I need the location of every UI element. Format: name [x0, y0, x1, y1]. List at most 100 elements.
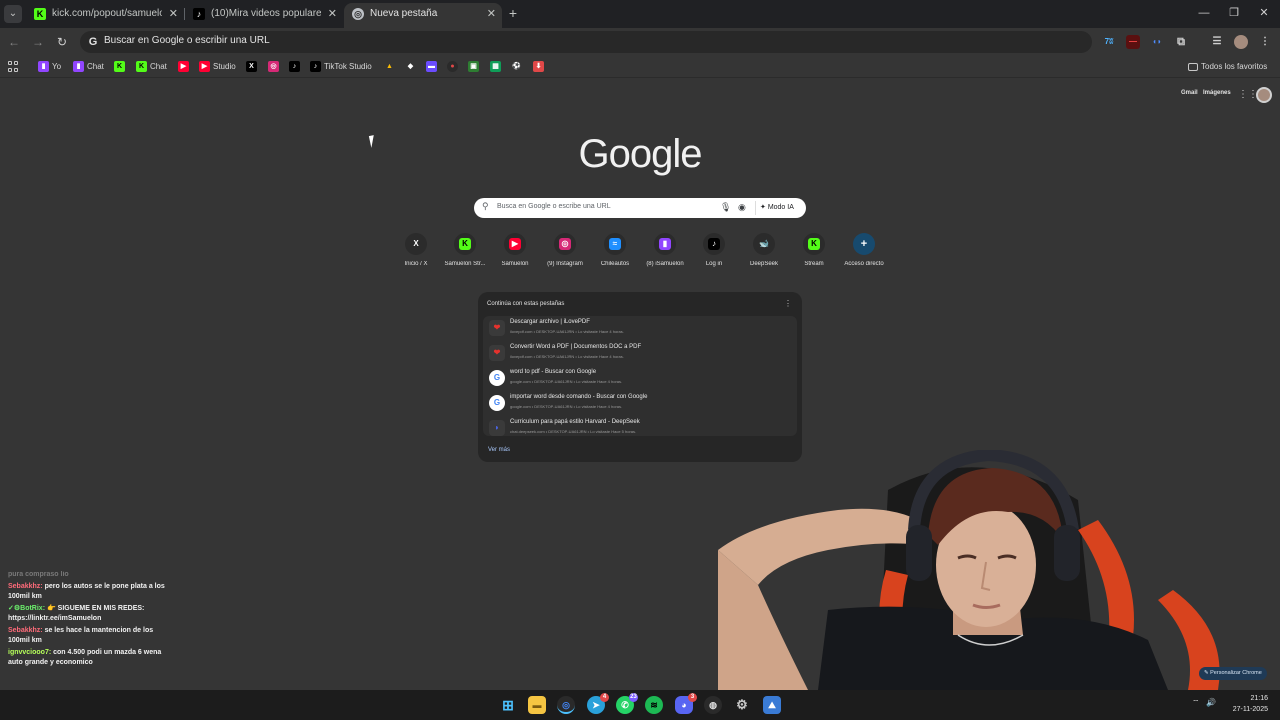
spotify-icon[interactable]: ≋ [645, 696, 663, 714]
system-clock[interactable]: 21:16 27-11-2025 [1224, 693, 1268, 715]
discord-icon[interactable]: ◕ 3 [675, 693, 697, 714]
shortcut-label: Stream [804, 261, 824, 267]
microphone-icon[interactable]: 🎙 [720, 202, 731, 213]
close-tab-icon[interactable]: ✕ [487, 3, 496, 25]
ntp-account-avatar[interactable] [1256, 87, 1272, 103]
list-item[interactable]: ❤ Descargar archivo | iLovePDF ilovepdf.… [483, 316, 797, 340]
apps-grid-icon[interactable] [8, 61, 19, 72]
shortcut-samuelon-stream[interactable]: K Samuelon Str... [440, 233, 490, 267]
youtube-icon: ▶ [199, 61, 210, 73]
see-more-link[interactable]: Ver más [488, 447, 510, 453]
bookmark-tiktok-studio[interactable]: ♪ TikTok Studio [310, 60, 372, 74]
bookmark-circle[interactable]: ● [447, 60, 461, 74]
restore-icon[interactable]: ❐ [1224, 5, 1244, 21]
chat-message: Sebakkhz: pero los autos se le pone plat… [8, 582, 168, 602]
shortcut-twitch[interactable]: ▮ (8) iSamuelon [640, 233, 690, 267]
plus-icon: + [860, 238, 868, 250]
shortcut-icon-tile: X [405, 233, 427, 255]
bookmark-diamond[interactable]: ◆ [405, 60, 419, 74]
reload-icon[interactable]: ↻ [54, 34, 70, 50]
shortcut-chileautos[interactable]: ≈ Chileautos [590, 233, 640, 267]
forward-icon[interactable]: → [30, 34, 46, 50]
images-link[interactable]: Imágenes [1203, 90, 1231, 96]
list-item[interactable]: G word to pdf - Buscar con Google google… [483, 366, 797, 390]
bookmark-sheets[interactable]: ▦ [490, 60, 504, 74]
lens-icon[interactable]: ◉ [738, 202, 746, 213]
windows-start-icon[interactable]: ⊞ [499, 696, 517, 714]
kick-icon: K [34, 8, 46, 20]
shortcut-label: (8) iSamuelon [646, 261, 684, 267]
bookmark-studio[interactable]: ▶ Studio [199, 60, 236, 74]
settings-icon[interactable]: ⚙ [733, 696, 751, 714]
tab-tiktok[interactable]: ♪ (10)Mira videos populares seleccionado… [185, 3, 343, 25]
ntp-search-box[interactable]: ⚲ Busca en Google o escribe una URL 🎙 ◉ … [474, 198, 806, 218]
close-tab-icon[interactable]: ✕ [328, 3, 337, 25]
list-item[interactable]: ◗ Curriculum para papá estilo Harvard - … [483, 416, 797, 440]
bookmark-youtube[interactable]: ▶ [178, 60, 192, 74]
profile-avatar[interactable] [1234, 35, 1248, 49]
bookmark-yo[interactable]: ▮ Yo [38, 60, 61, 74]
bookmark-download[interactable]: ⬇ [533, 60, 547, 74]
youtube-icon: ▶ [509, 238, 521, 250]
bookmark-photos[interactable]: ▣ [468, 60, 482, 74]
close-tab-icon[interactable]: ✕ [169, 3, 178, 25]
photos-icon[interactable]: ⛰ [763, 696, 781, 714]
shortcut-add[interactable]: + Acceso directo [839, 233, 889, 267]
shortcut-stream[interactable]: K Stream [789, 233, 839, 267]
bookmark-drive[interactable]: ▲ [384, 60, 398, 74]
shortcut-icon-tile: ≈ [604, 233, 626, 255]
chat-user: Sebakkhz: [8, 583, 43, 590]
tab-groups-icon[interactable]: ☰ [1210, 35, 1224, 49]
streamer-webcam-image [718, 450, 1220, 690]
x-icon: X [413, 239, 419, 248]
audio-extension-icon[interactable]: ◖◗ [1150, 35, 1164, 49]
bookmark-ball[interactable]: ⚽ [511, 60, 525, 74]
shortcut-x[interactable]: X Inicio / X [391, 233, 441, 267]
volume-icon[interactable]: 🔊 [1206, 698, 1216, 707]
bookmark-purple[interactable]: ▬ [426, 60, 440, 74]
close-window-icon[interactable]: ✕ [1254, 5, 1274, 21]
menu-icon[interactable]: ⋮ [1258, 35, 1272, 49]
google-icon: G [88, 36, 98, 48]
minimize-icon[interactable]: — [1194, 5, 1214, 21]
instagram-icon: ◎ [559, 238, 571, 250]
telegram-icon[interactable]: ➤ 4 [587, 693, 609, 714]
row-title: Convertir Word a PDF | Documentos DOC a … [510, 344, 642, 350]
block-extension-icon[interactable]: — [1126, 35, 1140, 49]
shortcut-instagram[interactable]: ◎ (9) Instagram [540, 233, 590, 267]
extensions-icon[interactable]: ⧉ [1174, 35, 1188, 49]
address-bar[interactable]: G Buscar en Google o escribir una URL [80, 31, 1092, 53]
gmail-link[interactable]: Gmail [1181, 90, 1198, 96]
bookmark-chat-twitch[interactable]: ▮ Chat [73, 60, 104, 74]
translate-extension-icon[interactable]: 7ʬ [1102, 35, 1116, 49]
bookmark-tiktok[interactable]: ♪ [289, 60, 303, 74]
tab-new-tab[interactable]: ◎ Nueva pestaña ✕ [344, 3, 502, 28]
search-icon: ⚲ [482, 201, 489, 211]
tab-kick-chat[interactable]: K kick.com/popout/samuelon/chat ✕ [26, 3, 184, 25]
network-icon[interactable]: ⌔ [1192, 698, 1200, 708]
card-menu-icon[interactable]: ⋮ [784, 299, 792, 308]
shortcut-samuelon-youtube[interactable]: ▶ Samuelon [490, 233, 540, 267]
tab-title: (10)Mira videos populares seleccionados [211, 8, 321, 19]
whatsapp-icon[interactable]: ✆ 23 [616, 693, 638, 714]
shortcut-tiktok-login[interactable]: ♪ Log in [689, 233, 739, 267]
ai-mode-button[interactable]: ✦ Modo IA [755, 201, 798, 215]
shortcut-icon-tile: ▮ [654, 233, 676, 255]
bookmark-x[interactable]: X [246, 60, 260, 74]
bookmark-chat-kick[interactable]: K Chat [136, 60, 167, 74]
list-item[interactable]: G importar word desde comando - Buscar c… [483, 391, 797, 415]
chileautos-icon: ≈ [609, 238, 621, 250]
obs-icon[interactable]: ◍ [704, 696, 722, 714]
all-bookmarks[interactable]: Todos los favoritos [1188, 60, 1267, 74]
back-icon[interactable]: ← [6, 34, 22, 50]
tab-search-button[interactable]: ⌄ [4, 5, 22, 23]
bookmark-instagram[interactable]: ◎ [268, 60, 282, 74]
customize-chrome-button[interactable]: ✎ Personalizar Chrome [1199, 667, 1267, 680]
bookmark-kick[interactable]: K [114, 60, 128, 74]
shortcut-deepseek[interactable]: 🐋 DeepSeek [739, 233, 789, 267]
mouse-cursor-icon [368, 134, 382, 148]
chrome-taskbar-icon[interactable]: ◎ [557, 696, 575, 714]
list-item[interactable]: ❤ Convertir Word a PDF | Documentos DOC … [483, 341, 797, 365]
file-explorer-icon[interactable]: ▬ [528, 696, 546, 714]
new-tab-button[interactable]: + [505, 5, 521, 21]
